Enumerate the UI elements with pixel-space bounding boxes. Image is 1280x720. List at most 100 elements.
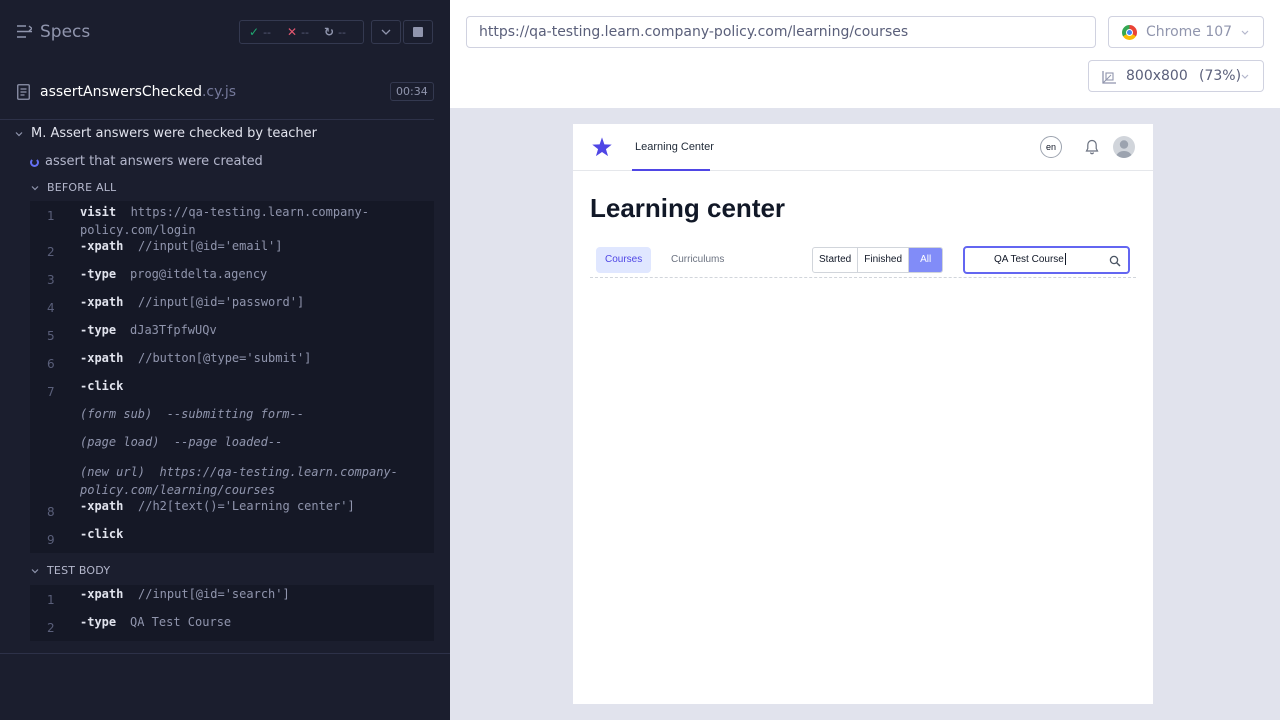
event-message: --page loaded--: [173, 435, 283, 449]
status-filter-group: Started Finished All: [812, 247, 944, 273]
command-row[interactable]: 5 -type dJa3TfpfwUQv: [30, 323, 434, 351]
suite-title[interactable]: M. Assert answers were checked by teache…: [31, 126, 317, 141]
spec-filename[interactable]: assertAnswersChecked.cy.js: [40, 84, 236, 100]
chevron-down-icon: [1241, 74, 1249, 79]
command-name: -xpath: [80, 239, 124, 253]
spec-basename: assertAnswersChecked: [40, 84, 202, 100]
event-name: (form sub): [80, 407, 153, 421]
event-row[interactable]: (new url) https://qa-testing.learn.compa…: [30, 463, 434, 499]
text-caret: [1064, 253, 1066, 266]
command-row[interactable]: 1 visit https://qa-testing.learn.company…: [30, 203, 434, 239]
command-row[interactable]: 6 -xpath //button[@type='submit']: [30, 351, 434, 379]
command-row[interactable]: 3 -type prog@itdelta.agency: [30, 267, 434, 295]
language-switcher[interactable]: en: [1040, 136, 1062, 158]
duration-badge: 00:34: [390, 82, 434, 101]
reporter-panel: Specs ✓ -- ✕ -- ↻ -- assertAnswersChecke…: [0, 0, 450, 720]
command-row[interactable]: 4 -xpath //input[@id='password']: [30, 295, 434, 323]
command-message: prog@itdelta.agency: [130, 267, 268, 281]
command-number: 2: [47, 245, 55, 259]
spec-extension: .cy.js: [201, 84, 237, 100]
bell-icon[interactable]: [1085, 139, 1099, 155]
event-name: (page load): [80, 435, 160, 449]
divider: [0, 653, 450, 654]
app-frame: Learning Center en Learning center Cours…: [573, 124, 1153, 704]
command-name: -xpath: [80, 351, 124, 365]
command-number: 3: [47, 273, 55, 287]
command-number: 9: [47, 533, 55, 547]
reporter-header: Specs ✓ -- ✕ -- ↻ --: [0, 0, 450, 64]
command-row[interactable]: 8 -xpath //h2[text()='Learning center']: [30, 499, 434, 527]
command-message: //input[@id='email']: [138, 239, 283, 253]
user-avatar-icon: [1115, 140, 1133, 158]
test-body-label[interactable]: TEST BODY: [47, 564, 110, 577]
command-message: dJa3TfpfwUQv: [130, 323, 217, 337]
expand-button[interactable]: [371, 20, 401, 44]
command-name: -click: [80, 527, 124, 541]
command-number: 1: [47, 593, 55, 607]
url-bar[interactable]: https://qa-testing.learn.company-policy.…: [466, 16, 1096, 48]
command-row[interactable]: 2 -xpath //input[@id='email']: [30, 239, 434, 267]
nav-link-learning-center[interactable]: Learning Center: [635, 141, 714, 153]
event-row[interactable]: (page load) --page loaded--: [30, 435, 434, 463]
browser-label: Chrome 107: [1146, 24, 1233, 40]
command-row[interactable]: 9 -click: [30, 527, 434, 553]
test-body-commands: 1 -xpath //input[@id='search'] 2 -type Q…: [30, 585, 434, 641]
command-row[interactable]: 1 -xpath //input[@id='search']: [30, 587, 434, 615]
event-row[interactable]: (form sub) --submitting form--: [30, 407, 434, 435]
before-all-hook-label[interactable]: BEFORE ALL: [47, 181, 116, 194]
command-message: //h2[text()='Learning center']: [138, 499, 355, 513]
passed-count: --: [263, 25, 272, 39]
tab-curriculums[interactable]: Curriculums: [662, 247, 733, 273]
viewport-zoom: (73%): [1199, 68, 1242, 84]
chevron-down-icon[interactable]: [31, 184, 39, 192]
filter-all[interactable]: All: [909, 248, 943, 272]
browser-selector[interactable]: Chrome 107: [1108, 16, 1264, 48]
avatar[interactable]: [1113, 136, 1135, 158]
spec-file-row: assertAnswersChecked.cy.js 00:34: [0, 64, 434, 120]
command-message: //button[@type='submit']: [138, 351, 312, 365]
command-name: -xpath: [80, 499, 124, 513]
viewport-size: 800x800: [1126, 68, 1188, 84]
search-input[interactable]: QA Test Course: [963, 246, 1130, 274]
command-message: QA Test Course: [130, 615, 232, 629]
pending-icon: ↻: [324, 25, 335, 39]
specs-menu-icon[interactable]: [17, 25, 32, 38]
filter-finished[interactable]: Finished: [858, 248, 910, 272]
stop-button[interactable]: [403, 20, 433, 44]
viewport-selector[interactable]: 800x800 (73%): [1088, 60, 1264, 92]
filter-started[interactable]: Started: [813, 248, 859, 272]
command-row[interactable]: 2 -type QA Test Course: [30, 615, 434, 641]
command-name: -type: [80, 267, 117, 281]
chevron-down-icon[interactable]: [15, 130, 23, 138]
event-name: (new url): [80, 465, 146, 479]
command-number: 4: [47, 301, 55, 315]
command-name: visit: [80, 205, 117, 219]
search-icon: [1109, 255, 1121, 267]
command-name: -xpath: [80, 587, 124, 601]
command-message: //input[@id='password']: [138, 295, 305, 309]
x-icon: ✕: [287, 25, 298, 39]
failed-count: --: [301, 25, 310, 39]
ruler-icon: [1102, 71, 1116, 84]
search-value: QA Test Course: [994, 254, 1064, 265]
test-title[interactable]: assert that answers were created: [45, 154, 263, 169]
command-row[interactable]: 7 -click: [30, 379, 434, 407]
specs-title[interactable]: Specs: [40, 22, 90, 42]
command-number: 7: [47, 385, 55, 399]
divider: [590, 277, 1136, 278]
test-stats: ✓ -- ✕ -- ↻ --: [239, 20, 364, 44]
active-nav-indicator: [632, 169, 710, 171]
running-spinner-icon: [30, 158, 39, 167]
event-message: --submitting form--: [166, 407, 304, 421]
pending-stat: ↻ --: [324, 25, 346, 39]
failed-stat: ✕ --: [287, 25, 309, 39]
command-message: https://qa-testing.learn.company-policy.…: [80, 205, 369, 237]
command-name: -type: [80, 615, 117, 629]
document-icon: [17, 84, 30, 100]
tab-courses[interactable]: Courses: [596, 247, 652, 273]
chevron-down-icon[interactable]: [31, 567, 39, 575]
star-logo-icon[interactable]: [591, 136, 613, 158]
command-number: 1: [47, 209, 55, 223]
aut-header: https://qa-testing.learn.company-policy.…: [450, 0, 1280, 108]
app-navbar: Learning Center en: [573, 124, 1153, 171]
